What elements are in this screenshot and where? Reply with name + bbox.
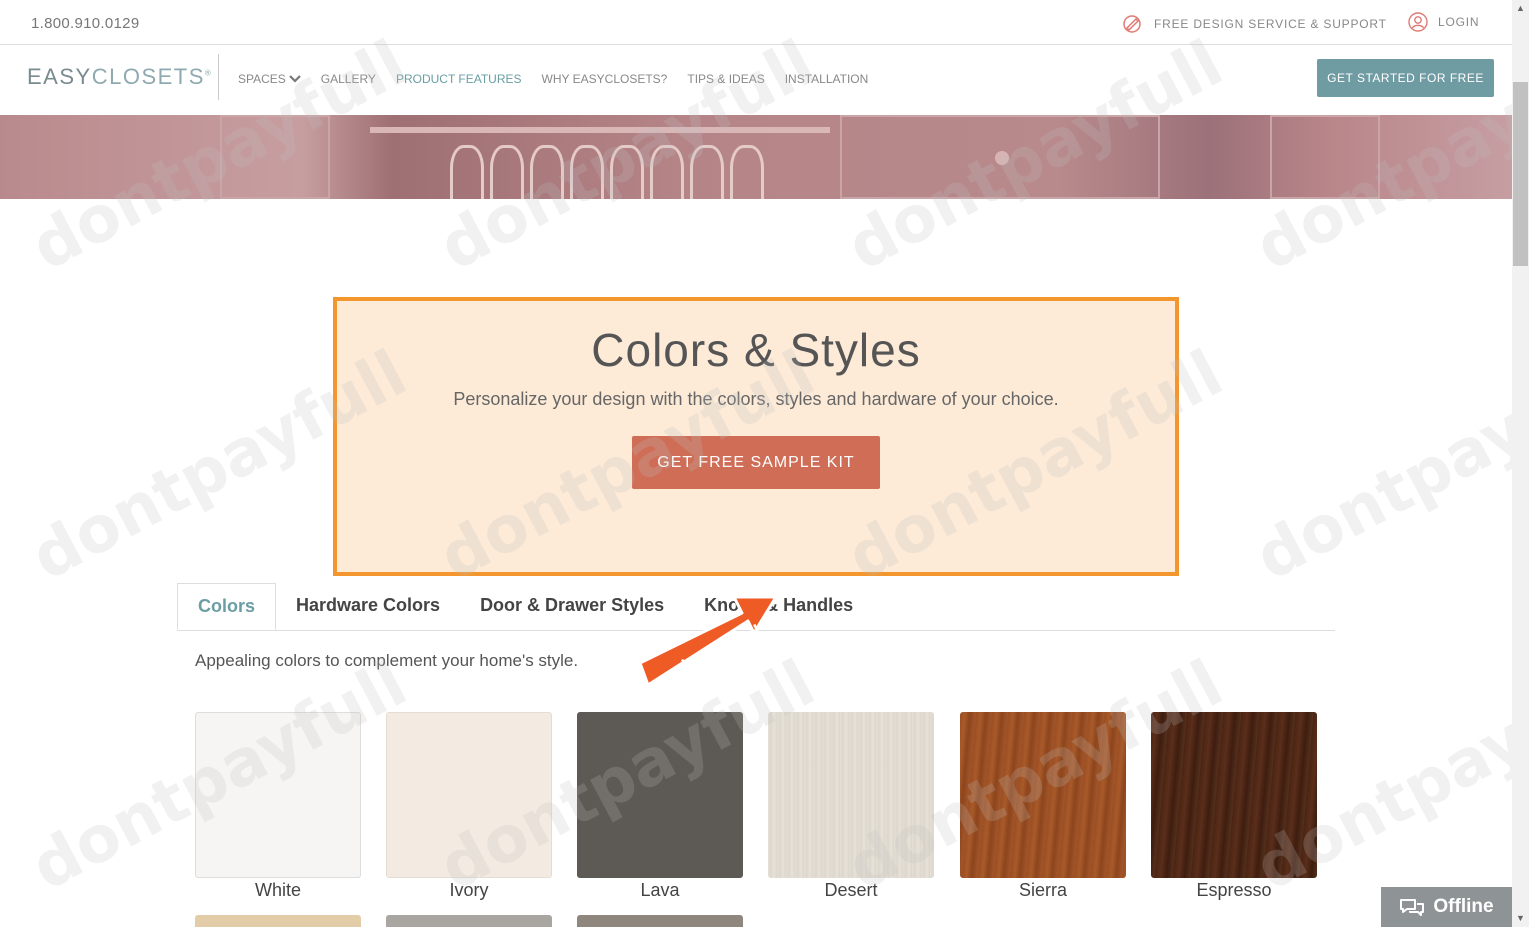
hanger bbox=[730, 145, 764, 199]
closet-rod bbox=[370, 127, 830, 133]
swatch-label: Sierra bbox=[1018, 880, 1067, 900]
chat-status: Offline bbox=[1433, 896, 1494, 917]
logo-part-easy: EASY bbox=[27, 64, 92, 89]
get-free-sample-kit-button[interactable]: GET FREE SAMPLE KIT bbox=[632, 436, 880, 489]
swatch-row2-3[interactable] bbox=[577, 915, 743, 927]
swatch-espresso[interactable] bbox=[1151, 712, 1317, 878]
closet-door-panel bbox=[220, 115, 330, 199]
hanger bbox=[650, 145, 684, 199]
design-support-label: FREE DESIGN SERVICE & SUPPORT bbox=[1154, 17, 1387, 31]
page-title: Colors & Styles bbox=[591, 324, 921, 376]
hanger bbox=[490, 145, 524, 199]
closet-door-panel bbox=[1270, 115, 1380, 199]
swatch-white[interactable] bbox=[195, 712, 361, 878]
hanger bbox=[530, 145, 564, 199]
swatch-label: White bbox=[254, 880, 301, 900]
watermark: dontpayfull bbox=[1244, 336, 1529, 596]
colors-styles-callout: Colors & Styles Personalize your design … bbox=[333, 297, 1179, 576]
hanger bbox=[450, 145, 484, 199]
swatch-label: Espresso bbox=[1196, 880, 1272, 900]
tab-hardware-colors[interactable]: Hardware Colors bbox=[276, 583, 460, 630]
login-label: LOGIN bbox=[1438, 15, 1480, 29]
main-nav: SPACES GALLERY PRODUCT FEATURES WHY EASY… bbox=[238, 72, 868, 86]
nav-item-tips-ideas[interactable]: TIPS & IDEAS bbox=[687, 72, 764, 86]
hanger bbox=[610, 145, 644, 199]
swatch-label: Ivory bbox=[449, 880, 489, 900]
login-link[interactable]: LOGIN bbox=[1408, 12, 1479, 32]
easyclosets-logo[interactable]: EASYCLOSETS® bbox=[27, 64, 212, 90]
logo-divider bbox=[218, 54, 219, 100]
user-icon bbox=[1408, 12, 1428, 32]
design-pencil-icon bbox=[1123, 15, 1141, 33]
nav-item-gallery[interactable]: GALLERY bbox=[321, 72, 376, 86]
nav-item-spaces[interactable]: SPACES bbox=[238, 72, 301, 86]
scroll-thumb[interactable] bbox=[1513, 82, 1528, 266]
swatch-label: Lava bbox=[640, 880, 680, 900]
phone-number[interactable]: 1.800.910.0129 bbox=[31, 15, 139, 32]
logo-part-closets: CLOSETS bbox=[91, 64, 205, 89]
chat-bubbles-icon bbox=[1400, 899, 1425, 916]
page-subtitle: Personalize your design with the colors,… bbox=[453, 389, 1059, 409]
scroll-down-icon[interactable]: ▼ bbox=[1512, 910, 1529, 927]
drawer-knob bbox=[995, 151, 1009, 165]
scroll-up-icon[interactable]: ▲ bbox=[1512, 0, 1529, 17]
swatch-desert[interactable] bbox=[768, 712, 934, 878]
colors-description: Appealing colors to complement your home… bbox=[195, 651, 579, 670]
chevron-down-icon bbox=[289, 75, 301, 83]
nav-item-installation[interactable]: INSTALLATION bbox=[785, 72, 869, 86]
tab-colors[interactable]: Colors bbox=[177, 583, 277, 630]
swatch-ivory[interactable] bbox=[386, 712, 552, 878]
design-support-link[interactable]: FREE DESIGN SERVICE & SUPPORT bbox=[1122, 14, 1387, 34]
nav-item-product-features[interactable]: PRODUCT FEATURES bbox=[396, 72, 522, 86]
swatch-sierra[interactable] bbox=[960, 712, 1126, 878]
hanger bbox=[570, 145, 604, 199]
nav-spaces-label: SPACES bbox=[238, 72, 286, 86]
chat-offline-button[interactable]: Offline bbox=[1381, 887, 1512, 927]
hanger bbox=[690, 145, 724, 199]
hero-closet-image bbox=[0, 115, 1512, 199]
top-utility-bar: 1.800.910.0129 FREE DESIGN SERVICE & SUP… bbox=[0, 0, 1512, 45]
swatch-label: Desert bbox=[824, 880, 878, 900]
swatch-row2-1[interactable] bbox=[195, 915, 361, 927]
promo-arrow-icon: dontpayfull bbox=[638, 595, 778, 687]
swatch-lava[interactable] bbox=[577, 712, 743, 878]
nav-item-why-easyclosets[interactable]: WHY EASYCLOSETS? bbox=[542, 72, 668, 86]
swatch-row2-2[interactable] bbox=[386, 915, 552, 927]
get-started-button[interactable]: GET STARTED FOR FREE bbox=[1317, 59, 1494, 97]
